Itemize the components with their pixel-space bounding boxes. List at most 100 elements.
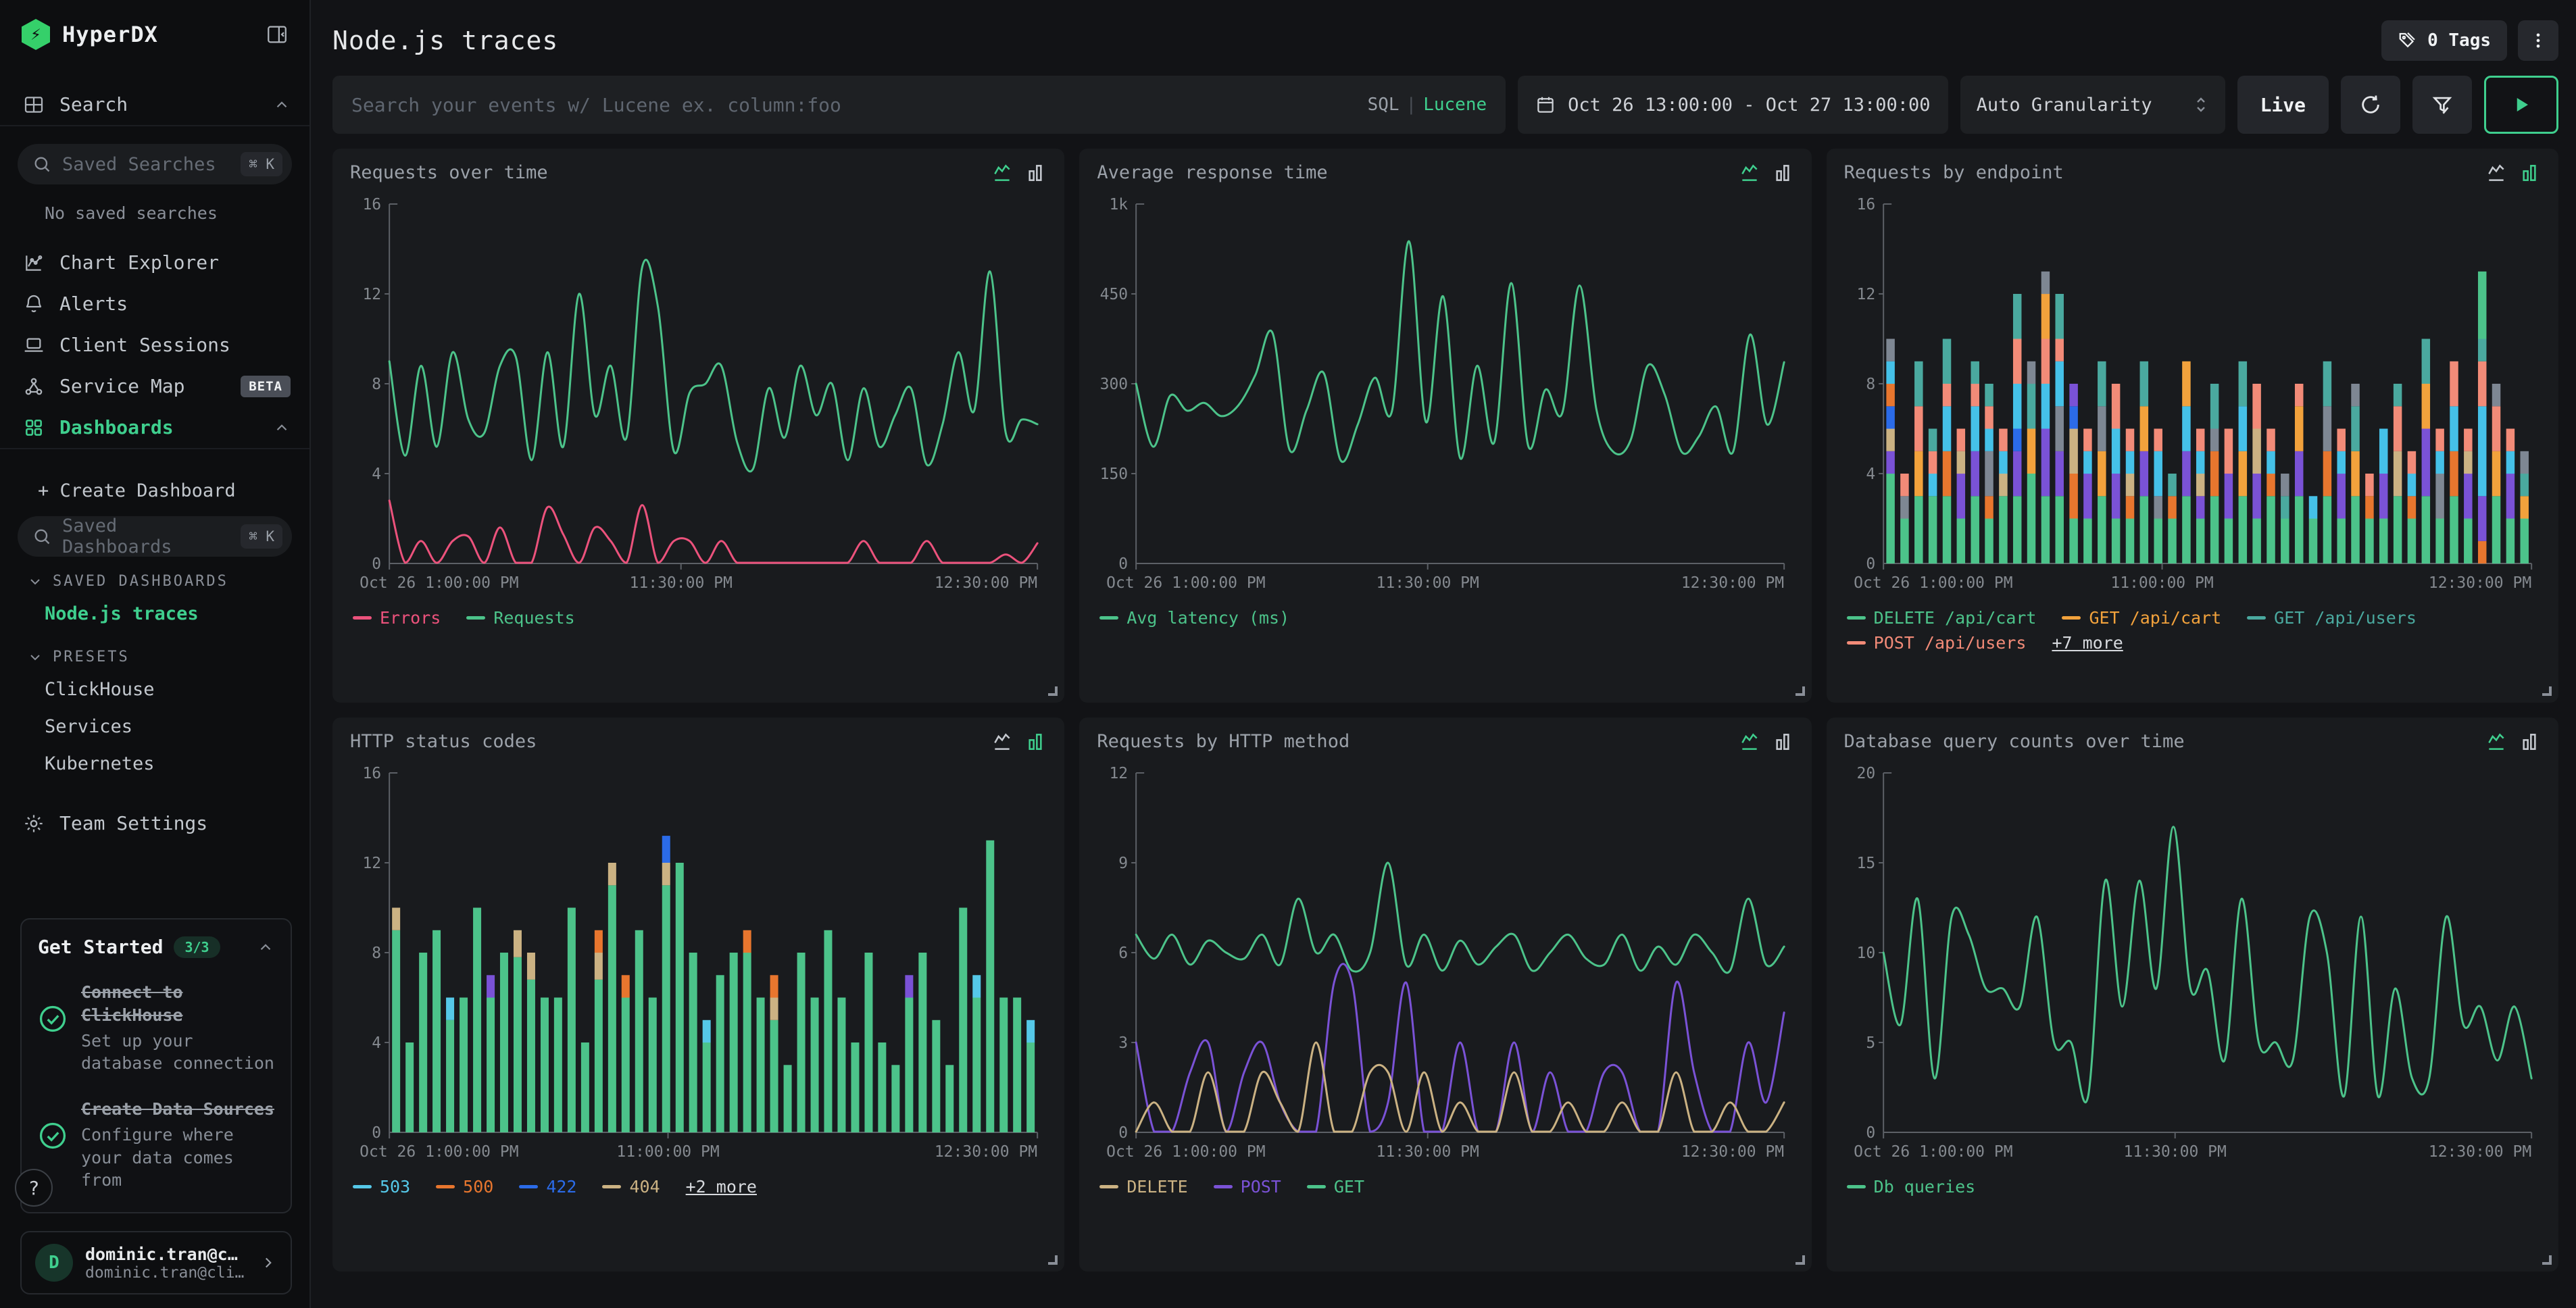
collapse-sidebar-button[interactable] xyxy=(264,21,291,48)
dashboard-item-nodejs-traces[interactable]: Node.js traces xyxy=(18,595,292,632)
main-content: Node.js traces 0 Tags Search your events… xyxy=(311,0,2576,1308)
chart-canvas[interactable]: 20151050Oct 26 1:00:00 PM11:30:00 PM12:3… xyxy=(1844,759,2541,1167)
preset-item-services[interactable]: Services xyxy=(18,708,292,745)
sidebar-item-client-sessions[interactable]: Client Sessions xyxy=(0,324,309,366)
chart-canvas[interactable]: 1612840Oct 26 1:00:00 PM11:00:00 PM12:30… xyxy=(350,759,1047,1167)
svg-text:150: 150 xyxy=(1100,466,1129,483)
legend-item[interactable]: DELETE xyxy=(1099,1177,1187,1197)
panel-resize-handle[interactable] xyxy=(2542,686,2552,696)
live-button[interactable]: Live xyxy=(2237,76,2329,134)
presets-group-toggle[interactable]: PRESETS xyxy=(18,632,292,671)
saved-searches-input[interactable]: Saved Searches ⌘ K xyxy=(18,144,292,184)
legend-item[interactable]: Requests xyxy=(466,608,574,628)
sidebar-item-dashboards[interactable]: Dashboards xyxy=(0,407,309,448)
bar-chart-toggle-icon[interactable] xyxy=(1773,162,1794,186)
chart-canvas[interactable]: 1612840Oct 26 1:00:00 PM11:00:00 PM12:30… xyxy=(1844,191,2541,599)
panel-resize-handle[interactable] xyxy=(2542,1255,2552,1265)
panel-resize-handle[interactable] xyxy=(1795,686,1805,696)
avatar: D xyxy=(35,1244,73,1282)
legend-item[interactable]: 404 xyxy=(602,1177,660,1197)
get-started-header[interactable]: Get Started 3/3 xyxy=(38,936,274,958)
chart-title: Average response time xyxy=(1097,162,1327,183)
sidebar-item-alerts[interactable]: Alerts xyxy=(0,283,309,324)
line-chart-toggle-icon[interactable] xyxy=(2485,731,2507,755)
sidebar-item-chart-explorer[interactable]: Chart Explorer xyxy=(0,242,309,283)
legend-item[interactable]: Avg latency (ms) xyxy=(1099,608,1289,628)
svg-text:16: 16 xyxy=(362,196,381,213)
create-dashboard-button[interactable]: + Create Dashboard xyxy=(18,467,292,516)
sidebar-item-search[interactable]: Search xyxy=(0,84,309,125)
panel-resize-handle[interactable] xyxy=(1048,686,1058,696)
sidebar-item-label: Dashboards xyxy=(59,416,258,438)
bar-chart-toggle-icon[interactable] xyxy=(1773,731,1794,755)
chart-legend: Errors Requests xyxy=(350,599,1047,628)
filter-button[interactable] xyxy=(2412,76,2472,134)
legend-item[interactable]: Db queries xyxy=(1847,1177,1976,1197)
tags-button[interactable]: 0 Tags xyxy=(2381,20,2507,61)
chart-panel: Average response time 1k4503001500Oct 26… xyxy=(1079,149,1811,703)
svg-text:11:30:00 PM: 11:30:00 PM xyxy=(2123,1143,2226,1161)
bar-chart-toggle-icon[interactable] xyxy=(2519,731,2541,755)
svg-text:8: 8 xyxy=(372,945,381,962)
sidebar-item-team-settings[interactable]: Team Settings xyxy=(0,795,309,848)
svg-text:0: 0 xyxy=(1866,555,1875,573)
line-chart-toggle-icon[interactable] xyxy=(2485,162,2507,186)
query-language-toggle[interactable]: SQL|Lucene xyxy=(1368,95,1487,115)
check-circle-icon xyxy=(38,1121,68,1151)
panel-menu-button[interactable] xyxy=(2518,20,2558,61)
legend-item[interactable]: GET xyxy=(1307,1177,1364,1197)
brand-row: ⚡ HyperDX xyxy=(0,0,309,57)
get-started-item[interactable]: Connect to ClickHouse Set up your databa… xyxy=(38,981,274,1075)
legend-item[interactable]: POST /api/users xyxy=(1847,633,2027,653)
chart-canvas[interactable]: 1k4503001500Oct 26 1:00:00 PM11:30:00 PM… xyxy=(1097,191,1793,599)
search-icon xyxy=(32,155,51,174)
run-query-button[interactable] xyxy=(2484,76,2558,134)
line-chart-toggle-icon[interactable] xyxy=(1739,162,1760,186)
get-started-card: Get Started 3/3 Connect to ClickHouse Se… xyxy=(20,918,292,1213)
bar-chart-toggle-icon[interactable] xyxy=(1025,731,1047,755)
line-chart-toggle-icon[interactable] xyxy=(991,162,1013,186)
legend-item[interactable]: Errors xyxy=(353,608,441,628)
bar-chart-toggle-icon[interactable] xyxy=(2519,162,2541,186)
saved-dashboards-group-toggle[interactable]: SAVED DASHBOARDS xyxy=(18,557,292,595)
preset-item-kubernetes[interactable]: Kubernetes xyxy=(18,745,292,782)
svg-text:8: 8 xyxy=(1866,376,1875,393)
line-chart-toggle-icon[interactable] xyxy=(991,731,1013,755)
calendar-icon xyxy=(1535,95,1556,115)
legend-more-link[interactable]: +7 more xyxy=(2052,633,2123,653)
table-icon xyxy=(23,94,45,116)
legend-more-link[interactable]: +2 more xyxy=(686,1177,757,1197)
chart-legend: Db queries xyxy=(1844,1167,2541,1197)
preset-item-clickhouse[interactable]: ClickHouse xyxy=(18,671,292,708)
chart-explorer-icon xyxy=(23,252,45,274)
event-search-input[interactable]: Search your events w/ Lucene ex. column:… xyxy=(332,76,1506,134)
granularity-select[interactable]: Auto Granularity xyxy=(1960,76,2225,134)
dashboards-section: + Create Dashboard Saved Dashboards ⌘ K … xyxy=(0,448,309,795)
line-chart-toggle-icon[interactable] xyxy=(1739,731,1760,755)
refresh-button[interactable] xyxy=(2341,76,2400,134)
legend-item[interactable]: GET /api/users xyxy=(2247,608,2417,628)
chart-canvas[interactable]: 1612840Oct 26 1:00:00 PM11:30:00 PM12:30… xyxy=(350,191,1047,599)
svg-text:3: 3 xyxy=(1119,1034,1129,1052)
panel-resize-handle[interactable] xyxy=(1795,1255,1805,1265)
panel-resize-handle[interactable] xyxy=(1048,1255,1058,1265)
legend-item[interactable]: 422 xyxy=(519,1177,576,1197)
bar-chart-toggle-icon[interactable] xyxy=(1025,162,1047,186)
chart-legend: 503 500 422 404 +2 more xyxy=(350,1167,1047,1197)
svg-text:Oct 26 1:00:00 PM: Oct 26 1:00:00 PM xyxy=(1106,574,1265,592)
legend-item[interactable]: 503 xyxy=(353,1177,410,1197)
chart-legend: DELETE POST GET xyxy=(1097,1167,1793,1197)
legend-item[interactable]: POST xyxy=(1214,1177,1281,1197)
user-menu[interactable]: D dominic.tran@c… dominic.tran@cli… xyxy=(20,1231,292,1294)
legend-item[interactable]: GET /api/cart xyxy=(2062,608,2221,628)
chevron-down-icon xyxy=(27,649,43,665)
time-range-picker[interactable]: Oct 26 13:00:00 - Oct 27 13:00:00 xyxy=(1518,76,1948,134)
granularity-value: Auto Granularity xyxy=(1977,95,2173,116)
saved-dashboards-input[interactable]: Saved Dashboards ⌘ K xyxy=(18,516,292,557)
help-button[interactable]: ? xyxy=(15,1169,53,1207)
chart-canvas[interactable]: 129630Oct 26 1:00:00 PM11:30:00 PM12:30:… xyxy=(1097,759,1793,1167)
legend-item[interactable]: 500 xyxy=(436,1177,493,1197)
sidebar-item-service-map[interactable]: Service Map BETA xyxy=(0,366,309,407)
legend-item[interactable]: DELETE /api/cart xyxy=(1847,608,2037,628)
get-started-item[interactable]: Create Data Sources Configure where your… xyxy=(38,1098,274,1192)
